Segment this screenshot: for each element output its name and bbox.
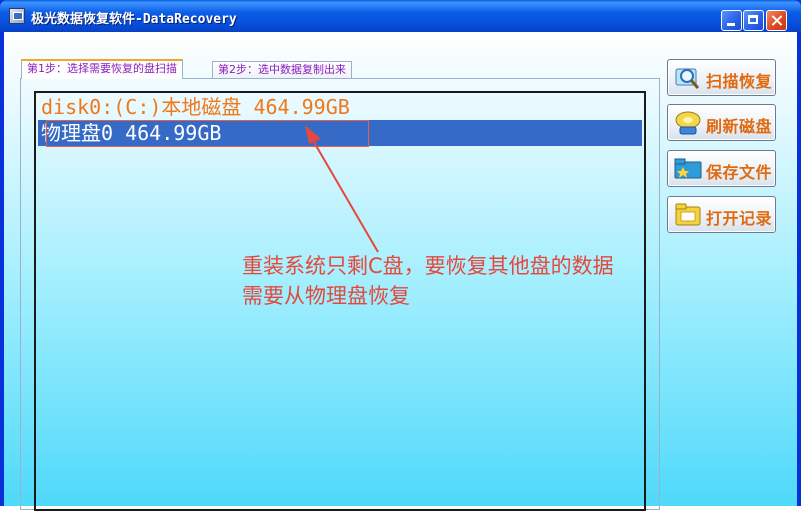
refresh-disk-label: 刷新磁盘 [706, 117, 773, 136]
window-title: 极光数据恢复软件-DataRecovery [31, 12, 237, 27]
scan-recover-button[interactable]: 扫描恢复 [667, 59, 776, 96]
app-window: 极光数据恢复软件-DataRecovery 第1步：选择需要恢复的盘扫描 第2步… [0, 0, 801, 511]
client-area: 第1步：选择需要恢复的盘扫描 第2步：选中数据复制出来 disk0:(C:)本地… [4, 32, 797, 511]
tab-step1[interactable]: 第1步：选择需要恢复的盘扫描 [21, 59, 183, 79]
open-log-label: 打开记录 [706, 209, 773, 228]
app-icon[interactable] [9, 8, 25, 24]
title-bar[interactable]: 极光数据恢复软件-DataRecovery [0, 0, 801, 32]
save-file-label: 保存文件 [706, 163, 773, 182]
magnifier-icon [675, 68, 700, 89]
minimize-button[interactable] [721, 10, 742, 31]
disk-icon [675, 111, 701, 135]
annotation-text: 重装系统只剩C盘，要恢复其他盘的数据 需要从物理盘恢复 [242, 251, 614, 311]
annotation-line-2: 需要从物理盘恢复 [242, 284, 410, 308]
refresh-disk-button[interactable]: 刷新磁盘 [667, 104, 776, 141]
save-file-button[interactable]: 保存文件 [667, 150, 776, 187]
open-log-button[interactable]: 打开记录 [667, 196, 776, 233]
close-button[interactable] [766, 10, 787, 31]
log-folder-icon [675, 203, 701, 226]
annotation-line-1: 重装系统只剩C盘，要恢复其他盘的数据 [242, 254, 614, 278]
scan-recover-label: 扫描恢复 [706, 72, 773, 91]
folder-icon [674, 158, 702, 179]
maximize-button[interactable] [743, 10, 764, 31]
